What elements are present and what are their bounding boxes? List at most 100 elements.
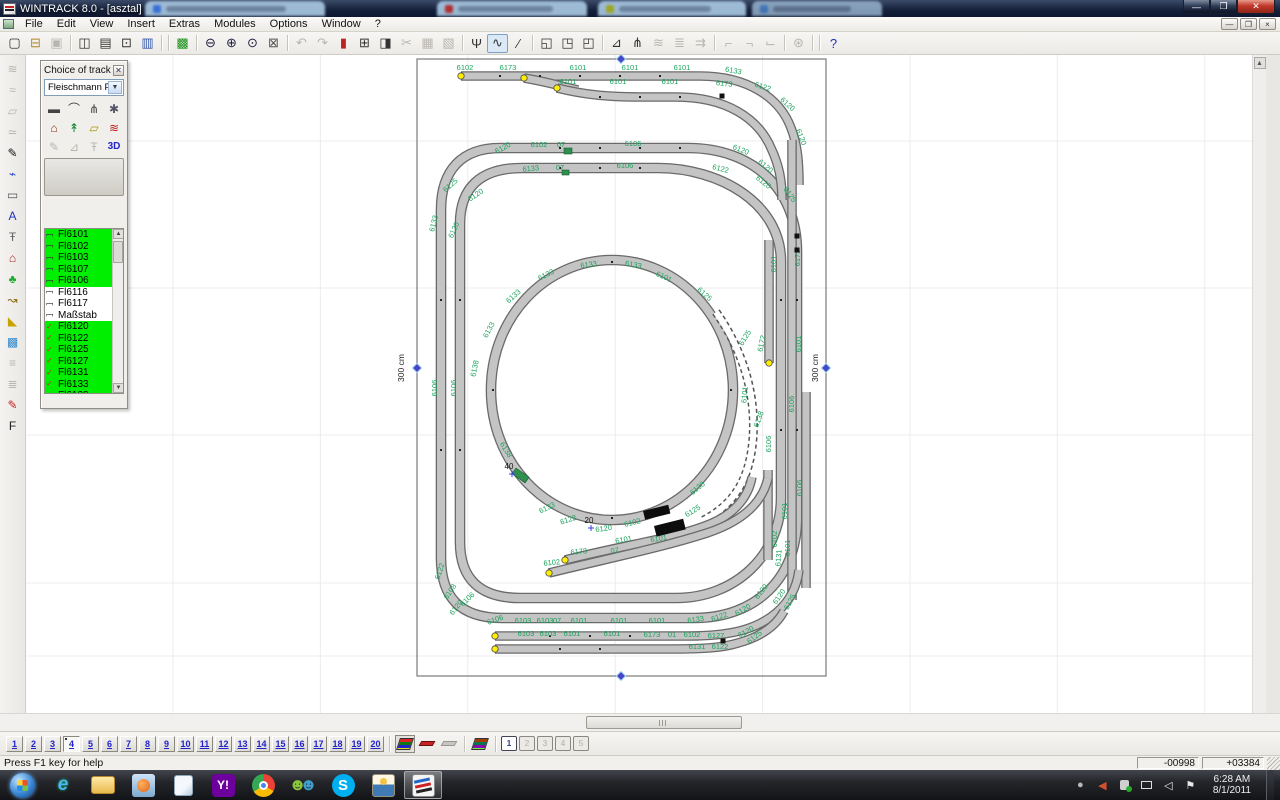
- straight-track-button[interactable]: ▬: [44, 99, 64, 118]
- plate-parts-button[interactable]: ▱: [84, 118, 104, 137]
- page-button-15[interactable]: 15: [272, 736, 289, 752]
- zoom-selection-button[interactable]: ⊠: [263, 34, 284, 53]
- page-button-4[interactable]: 4: [63, 736, 80, 752]
- parts-catalog-button[interactable]: ▮: [333, 34, 354, 53]
- taskbar-app-chrome[interactable]: [244, 771, 282, 799]
- page-button-5[interactable]: 5: [82, 736, 99, 752]
- scroll-up-button[interactable]: ▲: [113, 229, 124, 239]
- page-button-7[interactable]: 7: [120, 736, 137, 752]
- turnout-track-button[interactable]: ⋔: [84, 99, 104, 118]
- page-button-1[interactable]: 1: [6, 736, 23, 752]
- buffer-stop[interactable]: [458, 73, 464, 79]
- menu-modules[interactable]: Modules: [207, 17, 263, 32]
- menu-insert[interactable]: Insert: [120, 17, 162, 32]
- track-part-list[interactable]: ⌐¬Fl6101⌐¬Fl6102⌐¬Fl6103⌐¬Fl6107⌐¬Fl6106…: [44, 228, 124, 394]
- fork-track-button[interactable]: Ψ: [466, 34, 487, 53]
- catenary-mast-button[interactable]: Ŧ: [2, 227, 24, 247]
- function-keys-button[interactable]: F: [2, 416, 24, 436]
- page-button-8[interactable]: 8: [139, 736, 156, 752]
- show-desktop-button[interactable]: [1266, 770, 1274, 800]
- taskbar-app-skype[interactable]: S: [324, 771, 362, 799]
- signal-parts-button[interactable]: ↟: [64, 118, 84, 137]
- taskbar-app-internet-explorer[interactable]: e: [44, 771, 82, 799]
- page-button-17[interactable]: 17: [310, 736, 327, 752]
- page-button-20[interactable]: 20: [367, 736, 384, 752]
- resize-grip[interactable]: [1267, 757, 1280, 770]
- gradient-tool-button[interactable]: ⊿: [606, 34, 627, 53]
- contact-wire-button[interactable]: ⌁: [2, 164, 24, 184]
- usb-icon[interactable]: [1117, 778, 1132, 793]
- menu-file[interactable]: File: [18, 17, 50, 32]
- taskbar-app-wintrack[interactable]: [404, 771, 442, 799]
- buffer-stop[interactable]: [546, 570, 552, 576]
- menu-extras[interactable]: Extras: [162, 17, 207, 32]
- audio-alert-icon[interactable]: ◀: [1095, 778, 1110, 793]
- chevron-down-icon[interactable]: ▼: [108, 81, 122, 94]
- scroll-up-button[interactable]: ▲: [1254, 57, 1266, 69]
- board-handle-marker[interactable]: [821, 363, 830, 372]
- buffer-stop[interactable]: [766, 360, 772, 366]
- context-help-button[interactable]: ?: [823, 34, 844, 53]
- page-button-2[interactable]: 2: [25, 736, 42, 752]
- database-window-button[interactable]: ▥: [137, 34, 158, 53]
- view-3d-button[interactable]: 3D: [104, 137, 124, 156]
- taskbar-app-notepad[interactable]: [164, 771, 202, 799]
- menu-edit[interactable]: Edit: [50, 17, 83, 32]
- page-button-16[interactable]: 16: [291, 736, 308, 752]
- flex-curve-button[interactable]: ∿: [487, 34, 508, 53]
- taskbar-clock[interactable]: 6:28 AM 8/1/2011: [1205, 774, 1259, 796]
- scrollbar-thumb[interactable]: [586, 716, 742, 729]
- junction-tool-button[interactable]: ⋔: [627, 34, 648, 53]
- page-button-3[interactable]: 3: [44, 736, 61, 752]
- taskbar-app-yahoo-messenger[interactable]: Y!: [204, 771, 242, 799]
- buffer-stop[interactable]: [562, 557, 568, 563]
- taskbar-app-photo-viewer[interactable]: [364, 771, 402, 799]
- platform-block[interactable]: [564, 148, 572, 154]
- buffer-stop[interactable]: [492, 646, 498, 652]
- mdi-minimize-button[interactable]: —: [1221, 18, 1238, 30]
- menu-help[interactable]: ?: [368, 17, 388, 32]
- drawing-pen-button[interactable]: ✎: [2, 395, 24, 415]
- object-box-button[interactable]: ▭: [2, 185, 24, 205]
- plan-canvas-area[interactable]: 6102617361016101610161336101610161016173…: [0, 55, 1280, 713]
- page-button-18[interactable]: 18: [329, 736, 346, 752]
- page-button-10[interactable]: 10: [177, 736, 194, 752]
- straight-flex-button[interactable]: ∕: [508, 34, 529, 53]
- menu-options[interactable]: Options: [263, 17, 315, 32]
- page-setup-button[interactable]: ⊡: [116, 34, 137, 53]
- taskbar-app-file-explorer[interactable]: [84, 771, 122, 799]
- taskbar-app-live-messenger[interactable]: ☻☻: [284, 771, 322, 799]
- image-mode-button[interactable]: ▩: [172, 34, 193, 53]
- curved-track-button[interactable]: ⌒: [64, 99, 84, 118]
- raise-track-button[interactable]: ◱: [536, 34, 557, 53]
- board-handle-marker[interactable]: [412, 363, 421, 372]
- volume-icon[interactable]: ◁: [1161, 778, 1176, 793]
- page-button-13[interactable]: 13: [234, 736, 251, 752]
- layer-parts-button[interactable]: ≋: [104, 118, 124, 137]
- shift-track-button[interactable]: ◳: [557, 34, 578, 53]
- arrange-layers-button[interactable]: [470, 735, 490, 753]
- zoom-page-button[interactable]: ⊙: [242, 34, 263, 53]
- palette-close-button[interactable]: ✕: [113, 65, 124, 76]
- print-button[interactable]: ▤: [95, 34, 116, 53]
- background-image-button[interactable]: ▩: [2, 332, 24, 352]
- track-plan[interactable]: 6102617361016101610161336101610161016173…: [0, 55, 1252, 713]
- terrain-tool-button[interactable]: ◣: [2, 311, 24, 331]
- page-button-9[interactable]: 9: [158, 736, 175, 752]
- mdi-restore-button[interactable]: ❒: [1240, 18, 1257, 30]
- new-button[interactable]: ▢: [4, 34, 25, 53]
- update-icon[interactable]: ●: [1073, 778, 1088, 793]
- menu-view[interactable]: View: [83, 17, 121, 32]
- parts-table-button[interactable]: ⊞: [354, 34, 375, 53]
- mdi-close-button[interactable]: ×: [1259, 18, 1276, 30]
- network-icon[interactable]: [1139, 778, 1154, 793]
- track-system-dropdown[interactable]: Fleischmann Pr ▼: [44, 79, 124, 96]
- action-center-flag-icon[interactable]: ⚑: [1183, 778, 1198, 793]
- vertical-scrollbar[interactable]: ▲: [1252, 55, 1266, 713]
- scrollbar-thumb[interactable]: [113, 241, 123, 263]
- close-button[interactable]: ✕: [1237, 0, 1275, 14]
- menu-window[interactable]: Window: [315, 17, 368, 32]
- text-tool-button[interactable]: A: [2, 206, 24, 226]
- buffer-stop[interactable]: [521, 75, 527, 81]
- page-button-14[interactable]: 14: [253, 736, 270, 752]
